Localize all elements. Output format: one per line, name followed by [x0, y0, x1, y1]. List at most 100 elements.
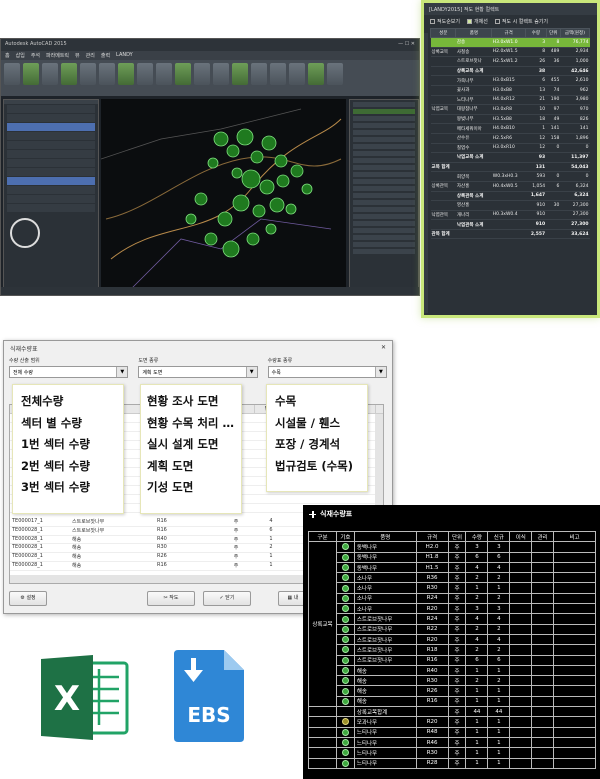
chevron-down-icon[interactable]: ▼ [116, 367, 128, 377]
close-icon[interactable]: ✕ [381, 344, 386, 352]
table-cell: 대왕참나무 [455, 104, 492, 115]
table-cell: R40 [157, 535, 167, 542]
cad-column-header: 이식 [509, 530, 533, 543]
option-item[interactable]: 전체수량 [21, 391, 123, 413]
option-item[interactable]: 기성 도면 [147, 477, 241, 499]
table-cell [553, 603, 596, 615]
table-row[interactable]: 칠엽수 H3.0xR10 12 0 0 [430, 143, 590, 154]
zoom-column-header[interactable]: 품명 [455, 28, 493, 38]
symbol-cell [335, 613, 355, 625]
table-row[interactable]: 회양목 W0.3xH0.3 593 0 0 [430, 171, 590, 182]
table-row[interactable]: 상록관목 소계 1,647 6,324 [430, 191, 590, 202]
table-row[interactable]: 가죽나무 H3.0xB15 6 455 2,610 [430, 75, 590, 86]
cad-right-quantity-palette[interactable] [349, 99, 419, 291]
chevron-down-icon[interactable]: ▼ [245, 367, 257, 377]
ebs-document-icon: EBS [174, 650, 244, 742]
option-item[interactable]: 3번 섹터 수량 [21, 477, 123, 499]
checkbox[interactable] [494, 19, 500, 24]
zoom-option[interactable]: 적도순보기 [430, 18, 460, 25]
cad-ribbon-tabs[interactable]: 홈 삽입 주석 파라메트릭 뷰 관리 출력 LANDY [1, 51, 419, 60]
option-item[interactable]: 섹터 별 수량 [21, 413, 123, 435]
table-cell: W0.3xH0.3 [491, 171, 526, 182]
option-item[interactable]: 실시 설계 도면 [147, 434, 241, 456]
table-cell [546, 210, 561, 221]
table-cell: R24 [415, 592, 449, 605]
option-item[interactable]: 1번 섹터 수량 [21, 434, 123, 456]
table-row[interactable]: 상록교목 사철송 H2.0xW1.5 8 489 2,934 [430, 47, 590, 58]
table-row[interactable]: 영산홍 910 30 27,300 [430, 200, 590, 211]
zoom-column-header[interactable]: 규격 [491, 28, 527, 38]
option-item[interactable]: 시설물 / 휀스 [275, 413, 367, 435]
table-cell: 1 [465, 695, 489, 708]
table-row[interactable]: 감송 H3.0xW1.0 3 8 76,774 [430, 37, 590, 48]
cad-left-palette[interactable] [3, 99, 99, 291]
symbol-cell [335, 664, 355, 677]
table-cell: 상록관목 소계 [455, 191, 492, 202]
table-cell [509, 706, 533, 718]
table-row[interactable]: 관목 합계 2,557 33,624 [430, 229, 590, 240]
table-row[interactable]: 낙엽관목 개나리 H0.3xW0.4 910 27,300 [430, 210, 590, 221]
table-type-group: 수량표 종류 수목 ▼ [267, 357, 387, 378]
table-cell: 74 [546, 85, 561, 96]
option-item[interactable]: 수목 [275, 391, 367, 413]
table-cell [546, 191, 561, 202]
zoom-option[interactable]: 개체선 [467, 18, 488, 25]
table-row[interactable]: 꽃사과 H3.0xB8 13 74 962 [430, 85, 590, 96]
excel-letter: X [54, 679, 80, 719]
table-row[interactable]: 산수유 H2.5xR6 12 158 1,896 [430, 133, 590, 144]
range-select[interactable]: 전체 수량 ▼ [9, 366, 129, 378]
table-row: 소나무 R30 주 1 1 [309, 582, 596, 594]
close-button[interactable]: ✓ 닫기 [203, 591, 251, 606]
table-row[interactable]: 낙엽교목 소계 93 11,397 [430, 152, 590, 163]
settings-button[interactable]: ⚙ 설정 [9, 591, 47, 606]
zoom-column-header[interactable]: 성분 [429, 28, 457, 38]
cad-ribbon[interactable] [1, 60, 419, 96]
option-item[interactable]: 계획 도면 [147, 456, 241, 478]
option-item[interactable]: 포장 / 경계석 [275, 434, 367, 456]
group-label: 상록교목 [312, 622, 333, 629]
table-cell [531, 551, 555, 563]
table-row[interactable]: 메타세쿼이아 H4.0xB10 1 141 141 [430, 123, 590, 134]
cad-drawing-canvas[interactable] [101, 99, 346, 291]
table-type-select[interactable]: 수목 ▼ [267, 366, 387, 378]
checkbox[interactable] [467, 19, 473, 24]
table-cell: 44 [465, 706, 489, 718]
tree-icon [341, 677, 349, 685]
table-cell [455, 162, 492, 173]
table-cell [553, 664, 596, 677]
option-item[interactable]: 법규검토 (수목) [275, 456, 367, 478]
option-item[interactable]: 현황 수목 처리 … [147, 413, 241, 435]
table-row[interactable]: 상록관목 자산홍 H0.4xW0.5 1,054 6 6,324 [430, 181, 590, 192]
table-cell [430, 143, 456, 154]
table-cell: 가죽나무 [455, 75, 492, 86]
table-row[interactable]: 낙엽관목 소계 910 27,300 [430, 219, 590, 230]
symbol-cell [335, 582, 355, 594]
draw-button[interactable]: ✂ 작도 [147, 591, 195, 606]
option-item[interactable]: 2번 섹터 수량 [21, 456, 123, 478]
zoom-column-header[interactable]: 금액(원정) [559, 28, 591, 38]
table-cell: H2.5xW1.2 [491, 56, 526, 67]
table-row[interactable]: 왕벚나무 H3.5xB8 18 49 826 [430, 114, 590, 125]
table-cell [531, 623, 555, 635]
option-item[interactable]: 현황 조사 도면 [147, 391, 241, 413]
zoom-panel-side-tabs[interactable] [424, 33, 428, 313]
zoom-column-header[interactable]: 단위 [545, 28, 561, 38]
zoom-column-header[interactable]: 수량 [525, 28, 547, 38]
table-row[interactable]: 스트로브잣나 H2.5xW1.2 26 36 1,000 [430, 56, 590, 67]
checkbox[interactable] [430, 19, 435, 24]
table-row[interactable]: 느티나무 H4.0xR12 21 190 3,980 [430, 95, 590, 106]
table-row[interactable]: 교목 합계 131 54,043 [430, 162, 590, 173]
table-cell [430, 66, 456, 77]
table-cell: 3,980 [560, 95, 590, 106]
zoom-option[interactable]: 적도 시 컬렉트 숨기기 [494, 18, 548, 25]
table-row[interactable]: 상록교목 소계 38 42,646 [430, 66, 590, 77]
chevron-down-icon[interactable]: ▼ [374, 367, 386, 377]
table-cell [531, 561, 555, 574]
table-row[interactable]: 낙엽교목 대왕참나무 H3.0xR8 10 97 970 [430, 104, 590, 115]
table-cell [531, 736, 555, 749]
drawing-select[interactable]: 계획 도면 ▼ [138, 366, 258, 378]
table-cell: R16 [157, 561, 167, 568]
table-cell: 느티나무 [353, 757, 417, 769]
table-cell [553, 633, 596, 646]
tree-icon [341, 574, 349, 582]
